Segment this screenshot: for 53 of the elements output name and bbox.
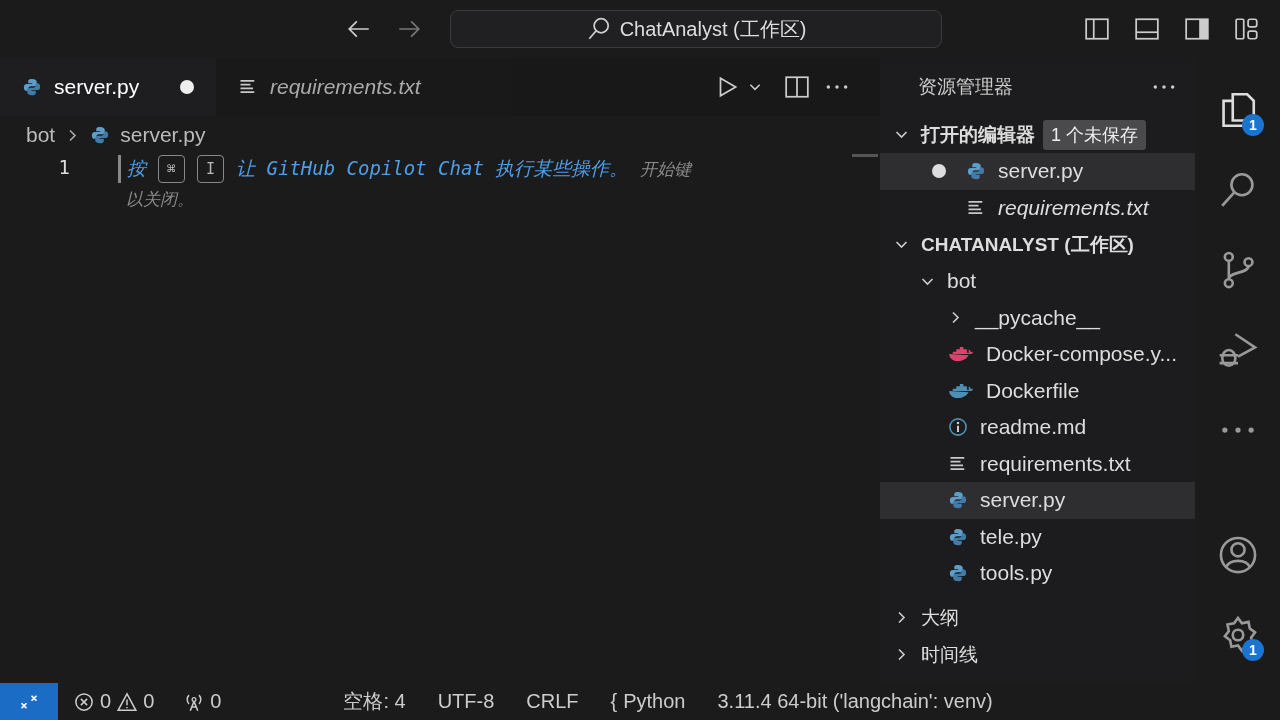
hint-text: 让 GitHub Copilot Chat 执行某些操作。 (236, 156, 629, 181)
python-icon (90, 125, 111, 145)
problems-status[interactable]: 0 0 (58, 690, 171, 713)
python-icon (948, 526, 968, 547)
tree-item[interactable]: requirements.txt (880, 445, 1195, 482)
unsaved-badge: 1 个未保存 (1043, 119, 1146, 150)
editor-tab[interactable]: server.py (0, 58, 216, 116)
tree-item[interactable]: bot (880, 263, 1195, 300)
status-item[interactable]: 空格: 4 (327, 688, 422, 715)
notification-badge: 1 (1242, 639, 1264, 661)
info-icon (948, 417, 968, 438)
tree-item[interactable]: server.py (880, 482, 1195, 519)
status-item[interactable]: 3.11.4 64-bit ('langchain': venv) (701, 690, 1009, 713)
section-header[interactable]: 时间线 (880, 636, 1195, 673)
section-header[interactable]: 打开的编辑器 1 个未保存 (880, 116, 1195, 153)
tree-item[interactable]: tele.py (880, 518, 1195, 555)
language-status[interactable]: { Python (594, 690, 702, 713)
section-header[interactable]: CHATANALYST (工作区) (880, 226, 1195, 263)
python-icon (948, 563, 968, 584)
layout-grid-icon[interactable] (1234, 16, 1260, 42)
tree-item[interactable]: Dockerfile (880, 372, 1195, 409)
workspace-title: ChatAnalyst (工作区) (619, 16, 807, 42)
command-center-search[interactable]: ChatAnalyst (工作区) (450, 10, 942, 48)
error-icon (74, 691, 94, 712)
panel-layout-icon[interactable] (1134, 16, 1160, 42)
keyboard-key: ⌘ (158, 155, 186, 183)
line-number: 1 (58, 156, 70, 178)
secondary-sidebar-icon[interactable] (1184, 16, 1210, 42)
split-editor-icon[interactable] (784, 74, 810, 100)
warning-icon (117, 691, 138, 712)
python-icon (22, 77, 42, 97)
explorer-title: 资源管理器 (918, 75, 1013, 99)
tree-item[interactable]: tools.py (880, 555, 1195, 592)
ports-status[interactable]: 0 (170, 690, 238, 713)
tree-item[interactable]: readme.md (880, 409, 1195, 446)
sidebar-layout-icon[interactable] (1084, 16, 1110, 42)
open-editor-item[interactable]: requirements.txt (880, 189, 1195, 226)
tree-item[interactable]: Docker-compose.y... (880, 336, 1195, 373)
notification-badge: 1 (1242, 114, 1264, 136)
keyboard-key: I (197, 155, 225, 183)
breadcrumb-item[interactable]: bot (26, 123, 56, 147)
tree-item[interactable]: __pycache__ (880, 299, 1195, 336)
hint-text: 以关闭。 (126, 187, 194, 211)
hint-text: 开始键 (640, 157, 692, 181)
braces-icon: { (610, 690, 618, 713)
status-item[interactable]: CRLF (510, 690, 595, 713)
status-item[interactable]: UTF-8 (421, 690, 511, 713)
python-icon (948, 490, 968, 511)
breadcrumb-item[interactable]: server.py (120, 123, 206, 147)
section-header[interactable]: 大纲 (880, 599, 1195, 636)
python-icon (966, 161, 986, 182)
hint-text: 按 (127, 156, 146, 181)
open-editor-item[interactable]: server.py (880, 153, 1195, 190)
